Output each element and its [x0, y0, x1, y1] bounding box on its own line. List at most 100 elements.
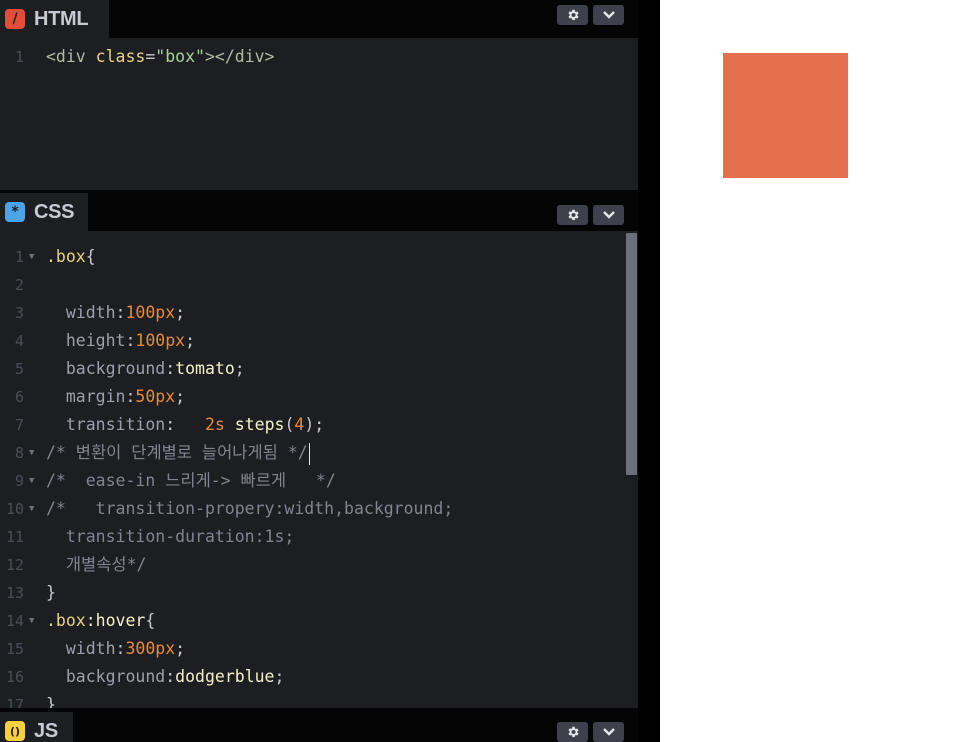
line-number: 8: [14, 444, 24, 462]
code-text: /* 변환이 단계별로 늘어나게됨 */: [46, 439, 310, 467]
code-token: class: [95, 47, 146, 66]
code-text: background:tomato;: [46, 355, 245, 383]
code-token: {: [85, 247, 96, 266]
code-line[interactable]: 8 ▼ /* 변환이 단계별로 늘어나게됨 */: [0, 439, 620, 467]
js-expand-button[interactable]: [593, 722, 624, 742]
fold-arrow-icon[interactable]: ▼: [29, 243, 34, 271]
code-token: width: [46, 639, 116, 658]
fold-arrow-icon[interactable]: ▼: [29, 495, 34, 523]
code-token: ></div>: [204, 47, 275, 66]
line-number: 3: [14, 304, 24, 322]
code-token: :hover: [85, 611, 146, 630]
code-line[interactable]: 16 background:dodgerblue;: [0, 663, 620, 691]
code-token: :: [165, 667, 176, 686]
css-expand-button[interactable]: [593, 205, 624, 225]
resize-divider[interactable]: [638, 0, 660, 742]
code-token: 4: [294, 415, 305, 434]
line-number: 9: [14, 472, 24, 490]
css-pane: * CSS 1 ▼ .box{2 3 width:100px; 4 height:100…: [0, 193, 638, 708]
code-token: transition-duration:1s;: [46, 527, 295, 546]
line-number: 14: [5, 612, 24, 630]
editor-panels: / HTML 1 <div class="box"></div> * CSS 1…: [0, 0, 638, 742]
code-line[interactable]: 1 <div class="box"></div>: [0, 43, 620, 71]
code-line[interactable]: 14 ▼ .box:hover{: [0, 607, 620, 635]
code-line[interactable]: 5 background:tomato;: [0, 355, 620, 383]
result-preview: [660, 0, 971, 742]
code-text: width:300px;: [46, 635, 185, 663]
code-token: 100px: [135, 331, 186, 350]
code-line[interactable]: 10 ▼ /* transition-propery:width,backgroun…: [0, 495, 620, 523]
code-line[interactable]: 6 margin:50px;: [0, 383, 620, 411]
code-token: /* transition-propery:width,background;: [46, 499, 454, 518]
code-line[interactable]: 2: [0, 271, 620, 299]
code-token: :: [165, 415, 205, 434]
code-token: =: [145, 47, 156, 66]
css-scrollbar[interactable]: [626, 233, 637, 475]
line-number: 15: [5, 640, 24, 658]
code-text: height:100px;: [46, 327, 195, 355]
tab-js[interactable]: () JS: [0, 712, 73, 742]
code-token: :: [115, 639, 126, 658]
js-pane-header: () JS: [0, 712, 638, 742]
line-number: 1: [14, 48, 24, 66]
slash-icon: /: [5, 9, 25, 29]
code-text: /* transition-propery:width,background;: [46, 495, 453, 523]
html-code-editor[interactable]: 1 <div class="box"></div>: [0, 38, 638, 190]
line-number: 7: [14, 416, 24, 434]
code-line[interactable]: 11 transition-duration:1s;: [0, 523, 620, 551]
code-line[interactable]: 7 transition: 2s steps(4);: [0, 411, 620, 439]
code-token: /* 변환이 단계별로 늘어나게됨 */: [46, 443, 308, 462]
html-settings-button[interactable]: [557, 5, 588, 25]
tab-css[interactable]: * CSS: [0, 193, 88, 231]
code-token: :: [125, 331, 136, 350]
html-expand-button[interactable]: [593, 5, 624, 25]
code-line[interactable]: 12 개별속성*/: [0, 551, 620, 579]
code-text: margin:50px;: [46, 383, 185, 411]
code-line[interactable]: 17}: [0, 691, 620, 708]
preview-box[interactable]: [723, 53, 848, 178]
code-token: (: [284, 415, 295, 434]
code-text: /* ease-in 느리게-> 빠르게 */: [46, 467, 336, 495]
line-number: 17: [5, 696, 24, 708]
fold-arrow-icon[interactable]: ▼: [29, 467, 34, 495]
tab-html[interactable]: / HTML: [0, 0, 109, 38]
code-token: {: [145, 611, 156, 630]
code-token: ;: [234, 359, 245, 378]
text-cursor: [308, 442, 310, 465]
code-token: }: [46, 695, 56, 708]
code-line[interactable]: 15 width:300px;: [0, 635, 620, 663]
code-token: margin: [46, 387, 126, 406]
css-code-editor[interactable]: 1 ▼ .box{2 3 width:100px; 4 height:100px; 5 b…: [0, 231, 638, 708]
code-token: steps: [234, 415, 285, 434]
code-line[interactable]: 13}: [0, 579, 620, 607]
code-token: :: [125, 387, 136, 406]
code-text: }: [46, 579, 56, 607]
code-line[interactable]: 9 ▼ /* ease-in 느리게-> 빠르게 */: [0, 467, 620, 495]
code-token: tomato: [175, 359, 235, 378]
line-number: 6: [14, 388, 24, 406]
code-token: );: [304, 415, 325, 434]
code-token: ;: [185, 331, 196, 350]
fold-arrow-icon[interactable]: ▼: [29, 607, 34, 635]
line-number: 11: [5, 528, 24, 546]
code-token: height: [46, 331, 126, 350]
code-token: 개별속성*/: [46, 555, 147, 574]
code-text: <div class="box"></div>: [46, 43, 275, 71]
parens-icon: (): [5, 721, 25, 741]
code-token: "box": [155, 47, 205, 66]
code-token: <div: [46, 47, 96, 66]
code-text: .box{: [46, 243, 96, 271]
line-number: 13: [5, 584, 24, 602]
code-line[interactable]: 1 ▼ .box{: [0, 243, 620, 271]
line-number: 5: [14, 360, 24, 378]
code-token: background: [46, 359, 166, 378]
js-settings-button[interactable]: [557, 722, 588, 742]
code-line[interactable]: 4 height:100px;: [0, 327, 620, 355]
code-text: }: [46, 691, 56, 708]
code-token: ;: [175, 639, 186, 658]
fold-arrow-icon[interactable]: ▼: [29, 439, 34, 467]
css-settings-button[interactable]: [557, 205, 588, 225]
code-line[interactable]: 3 width:100px;: [0, 299, 620, 327]
js-pane: () JS: [0, 712, 638, 742]
